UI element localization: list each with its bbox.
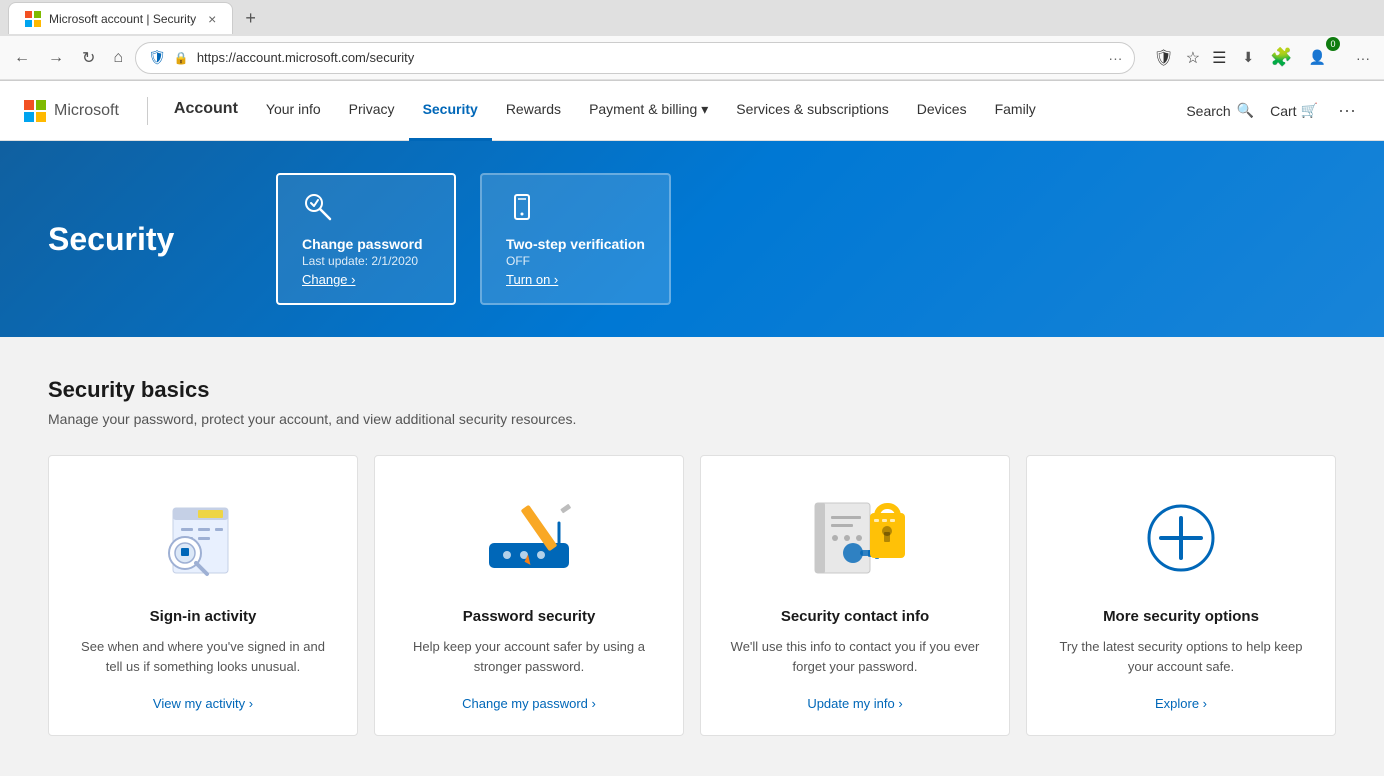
nav-family[interactable]: Family [981, 81, 1050, 141]
forward-button[interactable]: → [42, 45, 70, 71]
ms-divider [147, 97, 148, 125]
change-password-subtitle: Last update: 2/1/2020 [302, 254, 430, 268]
reader-view-icon[interactable]: ☰ [1208, 44, 1230, 72]
security-cards-grid: Sign-in activity See when and where you'… [48, 455, 1336, 736]
two-step-icon [506, 191, 645, 230]
address-bar-row: ← → ↻ ⌂ 🛡 🔒 ··· 🛡 ☆ ☰ ⬇ 🧩 👤 0 ··· [0, 36, 1384, 80]
active-tab[interactable]: Microsoft account | Security × [8, 2, 233, 34]
cart-icon: 🛒 [1301, 102, 1318, 119]
logo-sq-green [36, 100, 46, 110]
browser-more-button[interactable]: ··· [1350, 46, 1376, 70]
cart-button[interactable]: Cart 🛒 [1270, 102, 1318, 119]
sign-in-activity-card[interactable]: Sign-in activity See when and where you'… [48, 455, 358, 736]
profile-area[interactable]: 👤 0 [1303, 45, 1346, 70]
tab-favicon [25, 11, 41, 27]
nav-devices[interactable]: Devices [903, 81, 981, 141]
search-label: Search [1186, 103, 1230, 119]
nav-account[interactable]: Account [160, 81, 252, 141]
ms-logo[interactable]: Microsoft [24, 100, 119, 122]
security-contact-desc: We'll use this info to contact you if yo… [725, 637, 985, 676]
security-contact-title: Security contact info [781, 608, 929, 625]
two-step-link[interactable]: Turn on › [506, 272, 645, 287]
two-step-title: Two-step verification [506, 236, 645, 252]
favorites-icon[interactable]: ☆ [1182, 44, 1204, 72]
billing-dropdown-icon: ▾ [701, 82, 708, 136]
change-password-link[interactable]: Change › [302, 272, 430, 287]
change-password-icon [302, 191, 430, 230]
back-button[interactable]: ← [8, 45, 36, 71]
ms-nav: Account Your info Privacy Security Rewar… [160, 81, 1186, 141]
security-hero: Security Change password Last update: 2/… [0, 141, 1384, 337]
content-area: Security basics Manage your password, pr… [0, 337, 1384, 776]
ms-header-right: Search 🔍 Cart 🛒 ··· [1186, 96, 1360, 125]
hero-title: Security [48, 221, 228, 258]
tab-title: Microsoft account | Security [49, 12, 196, 26]
security-contact-link[interactable]: Update my info › [807, 696, 902, 711]
more-security-link[interactable]: Explore › [1155, 696, 1207, 711]
more-security-card[interactable]: More security options Try the latest sec… [1026, 455, 1336, 736]
ms-logo-text: Microsoft [54, 102, 119, 120]
shield-icon: 🛡 [148, 49, 166, 66]
header-more-button[interactable]: ··· [1334, 96, 1360, 125]
url-input[interactable] [197, 50, 1101, 65]
lock-icon: 🔒 [174, 51, 189, 65]
browser-chrome: Microsoft account | Security × + ← → ↻ ⌂… [0, 0, 1384, 81]
sign-in-activity-link[interactable]: View my activity › [153, 696, 253, 711]
extensions-area: 🛡 ☆ ☰ [1149, 44, 1230, 72]
logo-sq-yellow [36, 112, 46, 122]
password-illustration [469, 488, 589, 588]
cart-label: Cart [1270, 103, 1296, 119]
sign-in-activity-title: Sign-in activity [150, 608, 257, 625]
change-password-title: Change password [302, 236, 430, 252]
more-security-desc: Try the latest security options to help … [1051, 637, 1311, 676]
home-button[interactable]: ⌂ [107, 45, 129, 71]
two-step-subtitle: OFF [506, 254, 645, 268]
password-security-title: Password security [463, 608, 596, 625]
search-icon: 🔍 [1237, 102, 1254, 119]
ms-header: Microsoft Account Your info Privacy Secu… [0, 81, 1384, 141]
nav-your-info[interactable]: Your info [252, 81, 335, 141]
profile-badge: 0 [1326, 37, 1340, 51]
two-step-card[interactable]: Two-step verification OFF Turn on › [480, 173, 671, 305]
address-bar[interactable]: 🛡 🔒 ··· [135, 42, 1135, 74]
download-button[interactable]: ⬇ [1236, 45, 1260, 70]
ms-logo-grid [24, 100, 46, 122]
section-title: Security basics [48, 377, 1336, 403]
contact-illustration [795, 488, 915, 588]
more-security-title: More security options [1103, 608, 1259, 625]
logo-sq-red [24, 100, 34, 110]
nav-privacy[interactable]: Privacy [335, 81, 409, 141]
extensions-button[interactable]: 🧩 [1264, 43, 1298, 72]
browser-actions: ⬇ 🧩 👤 0 ··· [1236, 43, 1376, 72]
refresh-button[interactable]: ↻ [76, 44, 101, 72]
password-security-desc: Help keep your account safer by using a … [399, 637, 659, 676]
new-tab-button[interactable]: + [237, 4, 264, 33]
password-security-card[interactable]: Password security Help keep your account… [374, 455, 684, 736]
more-illustration [1121, 488, 1241, 588]
sign-in-illustration [143, 488, 263, 588]
tab-bar: Microsoft account | Security × + [0, 0, 1384, 36]
change-password-card[interactable]: Change password Last update: 2/1/2020 Ch… [276, 173, 456, 305]
nav-payment-billing[interactable]: Payment & billing ▾ [575, 81, 722, 141]
search-button[interactable]: Search 🔍 [1186, 102, 1254, 119]
nav-services-subscriptions[interactable]: Services & subscriptions [722, 81, 903, 141]
tab-close-button[interactable]: × [208, 11, 216, 27]
extension-shield-icon[interactable]: 🛡 [1149, 44, 1177, 72]
sign-in-activity-desc: See when and where you've signed in and … [73, 637, 333, 676]
address-more-icon[interactable]: ··· [1108, 50, 1122, 66]
logo-sq-blue [24, 112, 34, 122]
security-contact-card[interactable]: Security contact info We'll use this inf… [700, 455, 1010, 736]
section-subtitle: Manage your password, protect your accou… [48, 411, 1336, 427]
hero-cards: Change password Last update: 2/1/2020 Ch… [276, 173, 671, 305]
password-security-link[interactable]: Change my password › [462, 696, 596, 711]
nav-rewards[interactable]: Rewards [492, 81, 575, 141]
nav-security[interactable]: Security [409, 81, 492, 141]
